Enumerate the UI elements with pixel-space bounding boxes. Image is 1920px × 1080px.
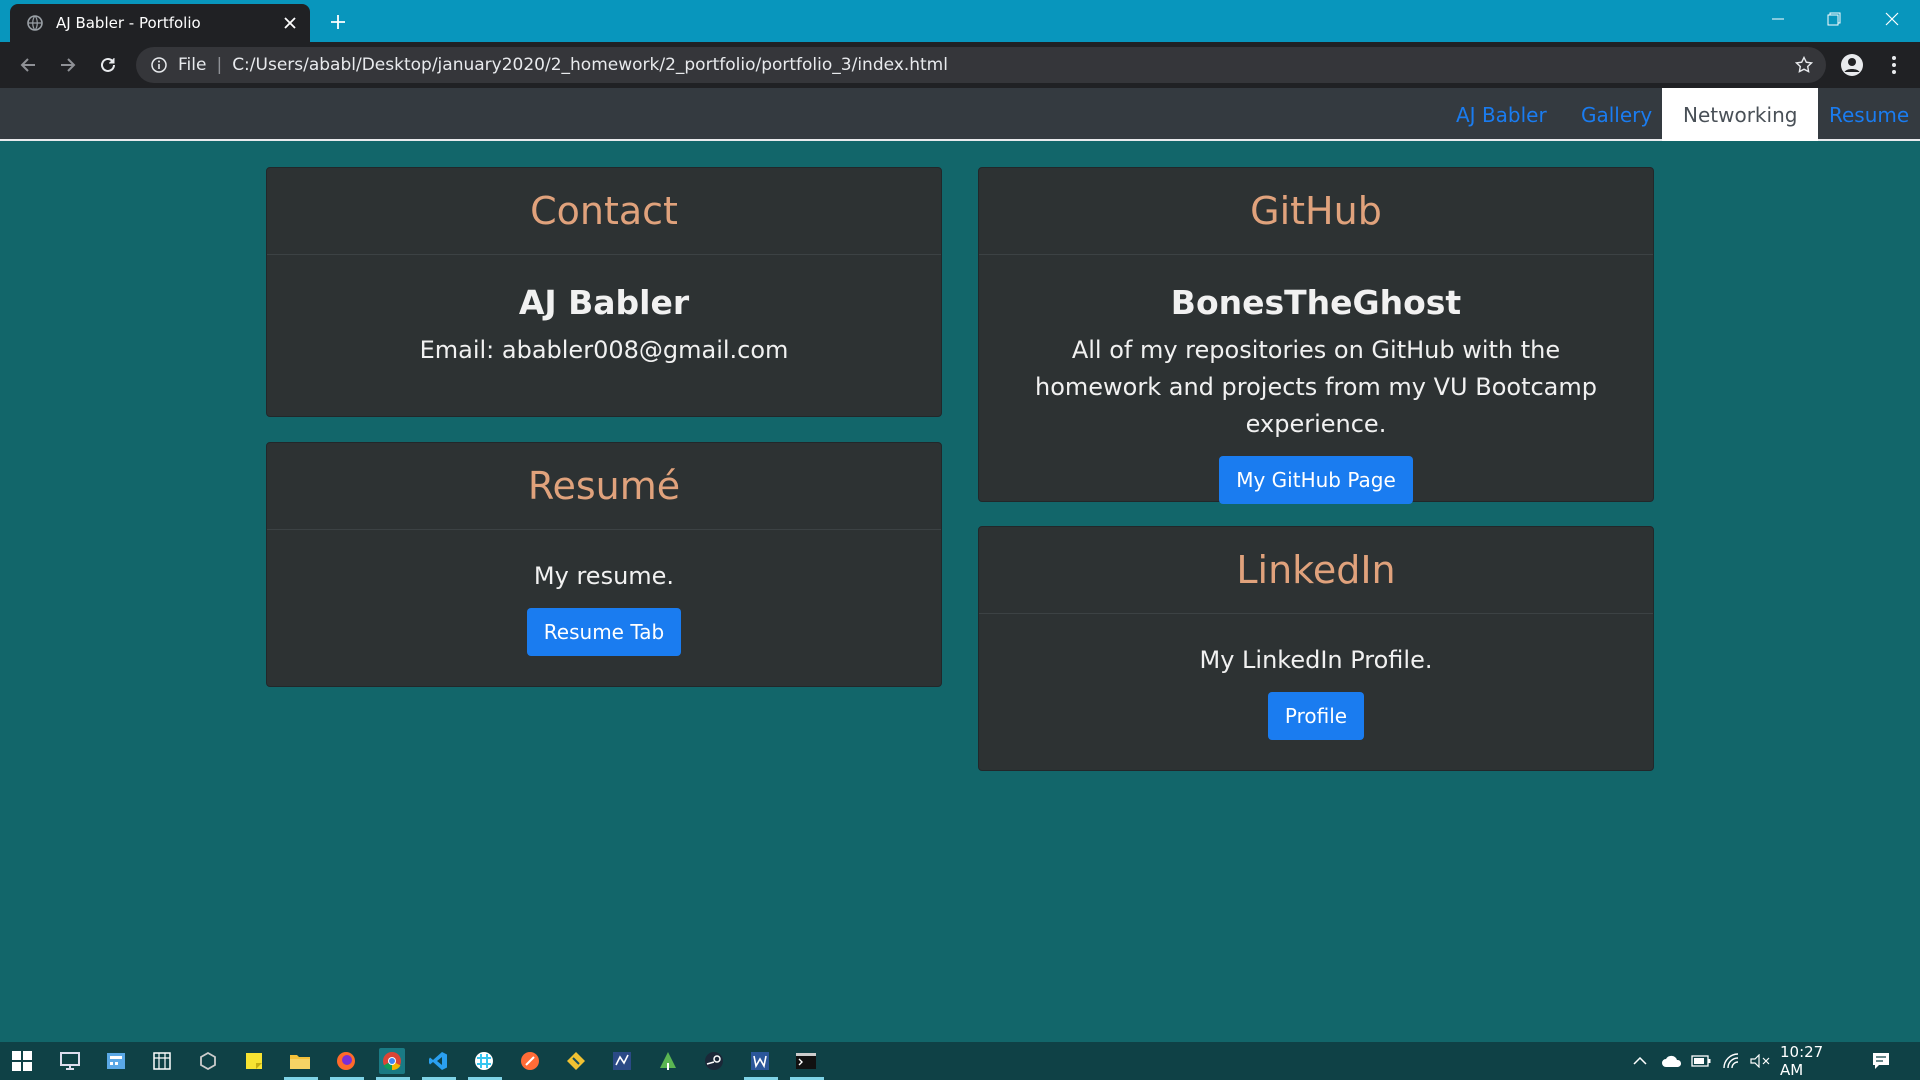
unity-icon[interactable] bbox=[195, 1048, 221, 1074]
contact-card: Contact AJ Babler Email: ababler008@gmai… bbox=[266, 167, 942, 417]
mysql-workbench-icon[interactable] bbox=[609, 1048, 635, 1074]
linkedin-card-header: LinkedIn bbox=[979, 527, 1653, 614]
linkedin-card: LinkedIn My LinkedIn Profile. Profile bbox=[978, 526, 1654, 771]
address-bar[interactable]: File | C:/Users/ababl/Desktop/january202… bbox=[136, 47, 1826, 83]
restore-icon[interactable] bbox=[1806, 0, 1862, 38]
terminal-icon[interactable] bbox=[793, 1048, 819, 1074]
globe-icon bbox=[26, 14, 44, 32]
github-card-header: GitHub bbox=[979, 168, 1653, 255]
back-arrow-icon[interactable] bbox=[14, 51, 42, 79]
tab-title: AJ Babler - Portfolio bbox=[56, 14, 201, 32]
chrome-icon[interactable] bbox=[379, 1048, 405, 1074]
browser-titlebar: AJ Babler - Portfolio bbox=[0, 0, 1920, 42]
taskbar-clock[interactable]: 10:27 AM bbox=[1780, 1042, 1850, 1080]
github-card: GitHub BonesTheGhost All of my repositor… bbox=[978, 167, 1654, 504]
close-window-icon[interactable] bbox=[1864, 0, 1920, 38]
minimize-icon[interactable] bbox=[1750, 0, 1806, 38]
info-icon[interactable] bbox=[150, 56, 168, 74]
profile-icon[interactable] bbox=[1838, 51, 1866, 79]
postman-icon[interactable] bbox=[517, 1048, 543, 1074]
slack-icon[interactable] bbox=[471, 1048, 497, 1074]
windows-taskbar: 10:27 AM bbox=[0, 1042, 1920, 1080]
calculator-icon[interactable] bbox=[103, 1048, 129, 1074]
nav-link-resume[interactable]: Resume bbox=[1808, 88, 1920, 141]
contact-card-header: Contact bbox=[267, 168, 941, 255]
reload-icon[interactable] bbox=[94, 51, 122, 79]
github-username: BonesTheGhost bbox=[1170, 283, 1462, 322]
windows-start-icon[interactable] bbox=[9, 1048, 35, 1074]
chevron-up-icon[interactable] bbox=[1629, 1042, 1651, 1080]
contact-email: Email: ababler008@gmail.com bbox=[419, 336, 789, 364]
browser-tab[interactable]: AJ Babler - Portfolio bbox=[10, 4, 310, 42]
new-tab-icon[interactable] bbox=[324, 8, 352, 36]
url-text[interactable]: C:/Users/ababl/Desktop/january2020/2_hom… bbox=[232, 55, 948, 75]
resume-card: Resumé My resume. Resume Tab bbox=[266, 442, 942, 687]
kebab-menu-icon[interactable] bbox=[1880, 51, 1908, 79]
url-scheme-label: File bbox=[178, 55, 207, 75]
browser-toolbar: File | C:/Users/ababl/Desktop/january202… bbox=[0, 42, 1920, 88]
steam-icon[interactable] bbox=[701, 1048, 727, 1074]
onedrive-cloud-icon[interactable] bbox=[1659, 1042, 1685, 1080]
resume-card-text: My resume. bbox=[533, 562, 675, 590]
sticky-notes-icon[interactable] bbox=[241, 1048, 267, 1074]
github-card-text: All of my repositories on GitHub with th… bbox=[1034, 336, 1598, 438]
github-page-button[interactable]: My GitHub Page bbox=[1219, 456, 1413, 504]
linkedin-card-text: My LinkedIn Profile. bbox=[1199, 646, 1433, 674]
mongodb-icon[interactable] bbox=[655, 1048, 681, 1074]
battery-icon[interactable] bbox=[1690, 1042, 1712, 1080]
bookmark-star-icon[interactable] bbox=[1794, 55, 1814, 75]
resume-tab-button[interactable]: Resume Tab bbox=[526, 608, 682, 656]
contact-name: AJ Babler bbox=[518, 283, 690, 322]
url-separator: | bbox=[216, 55, 223, 75]
close-tab-icon[interactable] bbox=[280, 13, 300, 33]
forward-arrow-icon[interactable] bbox=[54, 51, 82, 79]
monitor-icon[interactable] bbox=[57, 1048, 83, 1074]
wifi-icon[interactable] bbox=[1720, 1042, 1742, 1080]
nav-link-gallery[interactable]: Gallery bbox=[1560, 88, 1673, 141]
site-navbar: AJ Babler Gallery Networking Resume bbox=[0, 88, 1920, 141]
firefox-icon[interactable] bbox=[333, 1048, 359, 1074]
nav-link-networking[interactable]: Networking bbox=[1662, 88, 1819, 141]
calendar-grid-icon[interactable] bbox=[149, 1048, 175, 1074]
resume-card-header: Resumé bbox=[267, 443, 941, 530]
nav-link-aj-babler[interactable]: AJ Babler bbox=[1435, 88, 1568, 141]
vscode-icon[interactable] bbox=[425, 1048, 451, 1074]
git-kraken-icon[interactable] bbox=[563, 1048, 589, 1074]
file-explorer-icon[interactable] bbox=[287, 1048, 313, 1074]
action-center-icon[interactable] bbox=[1868, 1042, 1894, 1080]
volume-muted-icon[interactable] bbox=[1748, 1042, 1772, 1080]
linkedin-profile-button[interactable]: Profile bbox=[1267, 692, 1365, 740]
word-icon[interactable] bbox=[747, 1048, 773, 1074]
